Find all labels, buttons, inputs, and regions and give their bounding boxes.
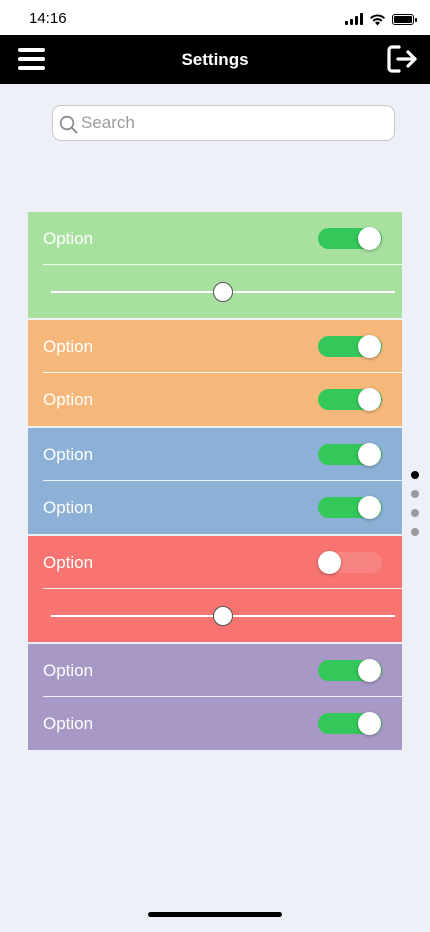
option-row: Option	[28, 536, 402, 589]
option-label: Option	[43, 498, 94, 517]
option-row: Option	[28, 644, 402, 697]
option-row: Option	[28, 212, 402, 265]
settings-section-3: Option Option	[28, 428, 402, 534]
home-indicator	[148, 912, 282, 917]
option-slider[interactable]	[51, 282, 395, 302]
option-label: Option	[43, 714, 94, 733]
status-time: 14:16	[29, 10, 67, 27]
settings-section-1: Option	[28, 212, 402, 318]
toggle-knob	[358, 335, 381, 358]
option-label: Option	[43, 337, 94, 356]
toggle-knob	[358, 227, 381, 250]
option-toggle[interactable]	[318, 496, 382, 519]
option-label: Option	[43, 661, 94, 680]
slider-row	[28, 589, 402, 642]
slider-row	[28, 265, 402, 318]
page-dot[interactable]	[411, 528, 419, 536]
settings-list: Option Option Option Option Option Option Opti…	[28, 212, 402, 750]
option-row: Option	[28, 697, 402, 750]
page-title: Settings	[181, 50, 249, 69]
option-toggle[interactable]	[318, 443, 382, 466]
status-icons	[345, 12, 417, 26]
logout-button[interactable]	[387, 44, 419, 74]
toggle-knob	[358, 496, 381, 519]
option-toggle[interactable]	[318, 388, 382, 411]
search-icon	[59, 115, 78, 134]
page-dot[interactable]	[411, 490, 419, 498]
search-input[interactable]	[81, 106, 381, 140]
page-dot[interactable]	[411, 471, 419, 479]
wifi-icon	[370, 13, 385, 25]
option-slider[interactable]	[51, 606, 395, 626]
settings-screen: 14:16 Settings Search Option Option Opti…	[0, 0, 430, 932]
toggle-knob	[318, 551, 341, 574]
option-row: Option	[28, 428, 402, 481]
settings-section-4: Option	[28, 536, 402, 642]
cellular-signal-icon	[345, 13, 363, 25]
option-toggle[interactable]	[318, 659, 382, 682]
option-label: Option	[43, 445, 94, 464]
option-row: Option	[28, 320, 402, 373]
search-bar	[52, 105, 395, 141]
settings-section-5: Option Option	[28, 644, 402, 750]
option-label: Option	[43, 553, 94, 572]
option-label: Option	[43, 229, 94, 248]
settings-section-2: Option Option	[28, 320, 402, 426]
option-toggle[interactable]	[318, 712, 382, 735]
option-row: Option	[28, 373, 402, 426]
option-label: Option	[43, 390, 94, 409]
option-toggle[interactable]	[318, 335, 382, 358]
status-bar: 14:16	[0, 0, 430, 35]
slider-thumb[interactable]	[213, 282, 233, 302]
page-dot[interactable]	[411, 509, 419, 517]
toggle-knob	[358, 659, 381, 682]
page-indicator	[411, 471, 419, 547]
option-toggle[interactable]	[318, 551, 382, 574]
toggle-knob	[358, 443, 381, 466]
toggle-knob	[358, 388, 381, 411]
navigation-bar: Settings	[0, 35, 430, 84]
toggle-knob	[358, 712, 381, 735]
battery-icon	[392, 13, 417, 25]
logout-arrow-icon	[387, 45, 417, 73]
slider-thumb[interactable]	[213, 606, 233, 626]
option-toggle[interactable]	[318, 227, 382, 250]
option-row: Option	[28, 481, 402, 534]
